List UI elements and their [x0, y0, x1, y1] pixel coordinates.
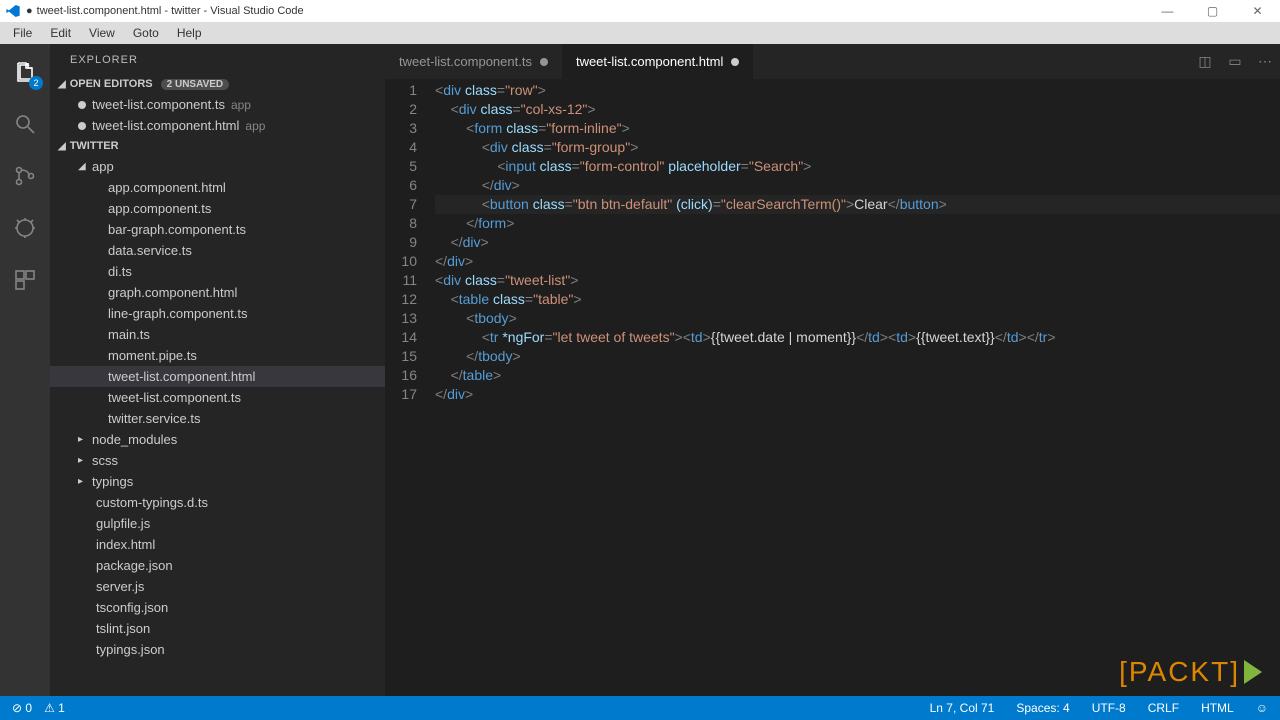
- main-area: 2 EXPLORER ◢ OPEN EDITORS 2 UNSAVED twee…: [0, 44, 1280, 696]
- folder-typings[interactable]: ▸typings: [50, 471, 385, 492]
- extensions-icon[interactable]: [9, 264, 41, 296]
- tab-label: tweet-list.component.ts: [399, 54, 532, 69]
- modified-dot-icon: [731, 58, 739, 66]
- file-item[interactable]: di.ts: [50, 261, 385, 282]
- status-eol[interactable]: CRLF: [1144, 701, 1183, 715]
- chevron-right-icon: ▸: [78, 434, 88, 445]
- status-warnings[interactable]: ⚠ 1: [40, 701, 69, 715]
- sidebar-header: EXPLORER: [50, 44, 385, 74]
- maximize-button[interactable]: ▢: [1190, 4, 1235, 18]
- split-editor-icon[interactable]: ◫: [1190, 53, 1220, 70]
- file-item[interactable]: custom-typings.d.ts: [50, 492, 385, 513]
- file-item[interactable]: gulpfile.js: [50, 513, 385, 534]
- unsaved-badge: 2 UNSAVED: [161, 79, 230, 90]
- menu-edit[interactable]: Edit: [41, 26, 80, 40]
- status-ln-col[interactable]: Ln 7, Col 71: [926, 701, 999, 715]
- open-editor-item[interactable]: tweet-list.component.ts app: [50, 94, 385, 115]
- file-label: tweet-list.component.ts: [92, 97, 225, 112]
- file-label: tweet-list.component.html: [92, 118, 239, 133]
- project-label: TWITTER: [70, 140, 119, 152]
- menu-file[interactable]: File: [4, 26, 41, 40]
- modified-dot-icon: [78, 122, 86, 130]
- file-item[interactable]: tweet-list.component.html: [50, 366, 385, 387]
- minimize-button[interactable]: —: [1145, 4, 1190, 18]
- vscode-icon: [5, 3, 21, 19]
- statusbar: ⊘ 0 ⚠ 1 Ln 7, Col 71 Spaces: 4 UTF-8 CRL…: [0, 696, 1280, 720]
- file-item[interactable]: bar-graph.component.ts: [50, 219, 385, 240]
- status-lang[interactable]: HTML: [1197, 701, 1238, 715]
- close-button[interactable]: ✕: [1235, 4, 1280, 18]
- chevron-down-icon: ◢: [58, 79, 66, 90]
- title-modified-dot: ●: [26, 5, 33, 17]
- tab-tweet-list.component.html[interactable]: tweet-list.component.html: [562, 44, 753, 79]
- file-item[interactable]: server.js: [50, 576, 385, 597]
- file-item[interactable]: tslint.json: [50, 618, 385, 639]
- chevron-right-icon: ▸: [78, 476, 88, 487]
- activitybar: 2: [0, 44, 50, 696]
- status-feedback-icon[interactable]: ☺: [1252, 701, 1272, 715]
- git-icon[interactable]: [9, 160, 41, 192]
- open-editor-item[interactable]: tweet-list.component.html app: [50, 115, 385, 136]
- file-item[interactable]: app.component.ts: [50, 198, 385, 219]
- open-editors-label: OPEN EDITORS: [70, 78, 153, 90]
- line-gutter: 1234567891011121314151617: [385, 81, 435, 696]
- open-editors-header[interactable]: ◢ OPEN EDITORS 2 UNSAVED: [50, 74, 385, 94]
- project-header[interactable]: ◢ TWITTER: [50, 136, 385, 156]
- file-path: app: [245, 119, 265, 133]
- status-errors[interactable]: ⊘ 0: [8, 701, 36, 715]
- editor-tabs: tweet-list.component.ts tweet-list.compon…: [385, 44, 1280, 79]
- folder-node_modules[interactable]: ▸node_modules: [50, 429, 385, 450]
- file-item[interactable]: line-graph.component.ts: [50, 303, 385, 324]
- menu-view[interactable]: View: [80, 26, 124, 40]
- editor-area: tweet-list.component.ts tweet-list.compon…: [385, 44, 1280, 696]
- chevron-right-icon: ▸: [78, 455, 88, 466]
- menu-help[interactable]: Help: [168, 26, 211, 40]
- file-item[interactable]: moment.pipe.ts: [50, 345, 385, 366]
- file-path: app: [231, 98, 251, 112]
- status-encoding[interactable]: UTF-8: [1088, 701, 1130, 715]
- file-item[interactable]: typings.json: [50, 639, 385, 660]
- layout-icon[interactable]: ▭: [1220, 53, 1250, 70]
- modified-dot-icon: [540, 58, 548, 66]
- file-item[interactable]: main.ts: [50, 324, 385, 345]
- more-icon[interactable]: ⋯: [1250, 53, 1280, 70]
- file-item[interactable]: graph.component.html: [50, 282, 385, 303]
- chevron-down-icon: ◢: [78, 161, 88, 172]
- tab-label: tweet-list.component.html: [576, 54, 723, 69]
- folder-app[interactable]: ◢app: [50, 156, 385, 177]
- menu-goto[interactable]: Goto: [124, 26, 168, 40]
- code-content[interactable]: <div class="row"> <div class="col-xs-12"…: [435, 81, 1280, 696]
- packt-watermark: [PACKT]: [1119, 656, 1262, 688]
- code-editor[interactable]: 1234567891011121314151617 <div class="ro…: [385, 79, 1280, 696]
- file-item[interactable]: twitter.service.ts: [50, 408, 385, 429]
- status-spaces[interactable]: Spaces: 4: [1012, 701, 1073, 715]
- window-controls: — ▢ ✕: [1145, 4, 1280, 18]
- file-item[interactable]: app.component.html: [50, 177, 385, 198]
- play-icon: [1244, 660, 1262, 684]
- file-item[interactable]: data.service.ts: [50, 240, 385, 261]
- search-icon[interactable]: [9, 108, 41, 140]
- menubar: FileEditViewGotoHelp: [0, 22, 1280, 44]
- sidebar: EXPLORER ◢ OPEN EDITORS 2 UNSAVED tweet-…: [50, 44, 385, 696]
- modified-dot-icon: [78, 101, 86, 109]
- chevron-down-icon: ◢: [58, 141, 66, 152]
- file-item[interactable]: index.html: [50, 534, 385, 555]
- titlebar: ● tweet-list.component.html - twitter - …: [0, 0, 1280, 22]
- tab-tweet-list.component.ts[interactable]: tweet-list.component.ts: [385, 44, 562, 79]
- debug-icon[interactable]: [9, 212, 41, 244]
- folder-scss[interactable]: ▸scss: [50, 450, 385, 471]
- explorer-icon[interactable]: 2: [9, 56, 41, 88]
- explorer-badge: 2: [29, 76, 43, 90]
- file-item[interactable]: package.json: [50, 555, 385, 576]
- window-title: tweet-list.component.html - twitter - Vi…: [37, 5, 1145, 17]
- file-item[interactable]: tweet-list.component.ts: [50, 387, 385, 408]
- file-item[interactable]: tsconfig.json: [50, 597, 385, 618]
